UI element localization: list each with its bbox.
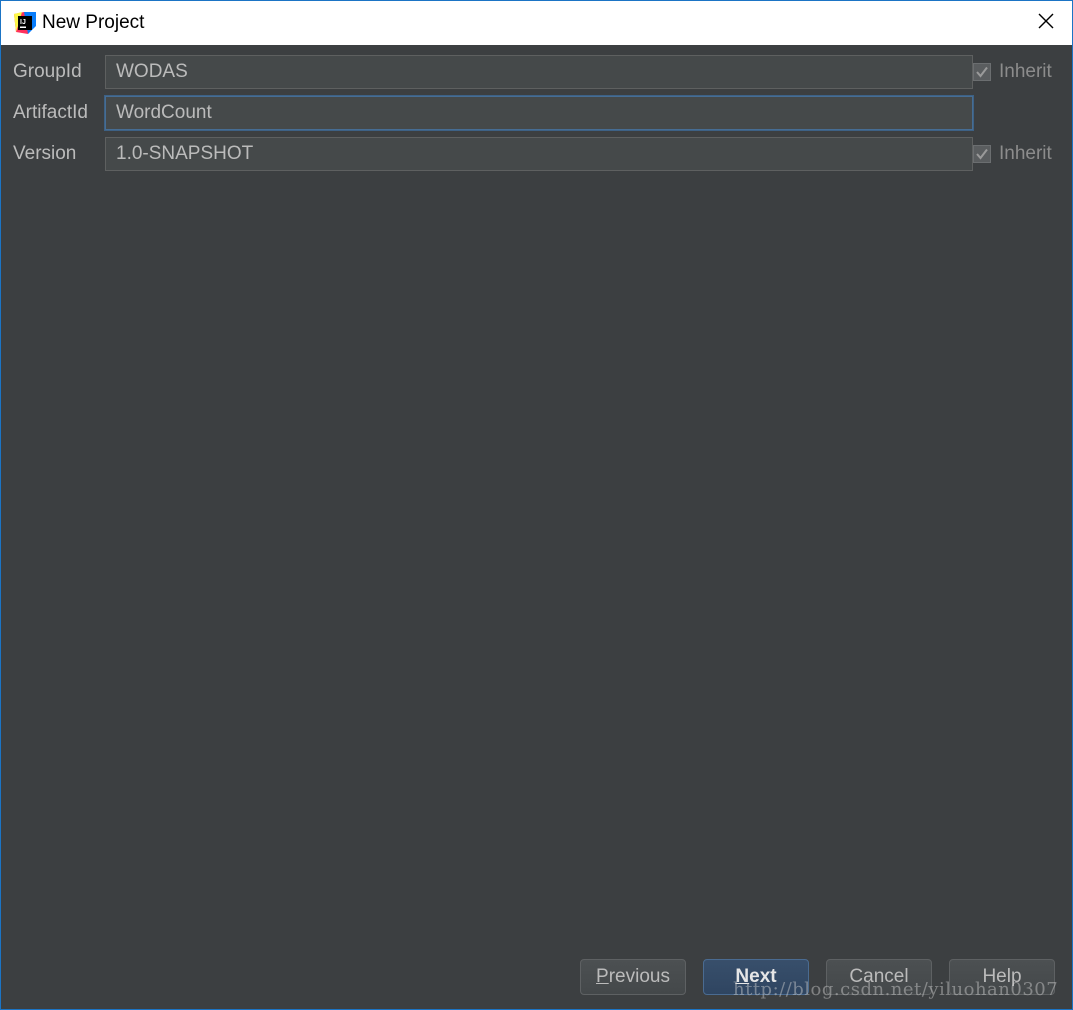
group-id-inherit-box[interactable] [973,63,991,81]
version-inherit-checkbox[interactable]: Inherit [973,143,1052,165]
artifact-id-input[interactable] [105,96,973,130]
group-id-inherit-checkbox[interactable]: Inherit [973,61,1052,83]
group-id-input[interactable] [105,55,973,89]
previous-label: revious [608,966,670,987]
checkmark-icon [976,148,988,160]
intellij-idea-icon: IJ [14,12,36,34]
group-id-label: GroupId [13,61,82,82]
close-button[interactable] [1030,7,1062,39]
svg-text:IJ: IJ [20,19,26,26]
window-title: New Project [42,12,145,33]
artifact-id-label: ArtifactId [13,102,88,123]
group-id-inherit-label: Inherit [999,61,1052,82]
checkmark-icon [976,66,988,78]
title-bar: IJ New Project [1,1,1072,45]
version-label: Version [13,143,77,164]
version-inherit-box[interactable] [973,145,991,163]
close-icon [1037,12,1055,35]
version-input[interactable] [105,137,973,171]
previous-button[interactable]: Previous [580,959,686,995]
previous-mnemonic: P [596,966,609,987]
version-inherit-label: Inherit [999,143,1052,164]
new-project-dialog: IJ New Project GroupId Inherit ArtifactI… [0,0,1073,1010]
watermark: http://blog.csdn.net/yiluohan0307 [733,979,1059,1000]
